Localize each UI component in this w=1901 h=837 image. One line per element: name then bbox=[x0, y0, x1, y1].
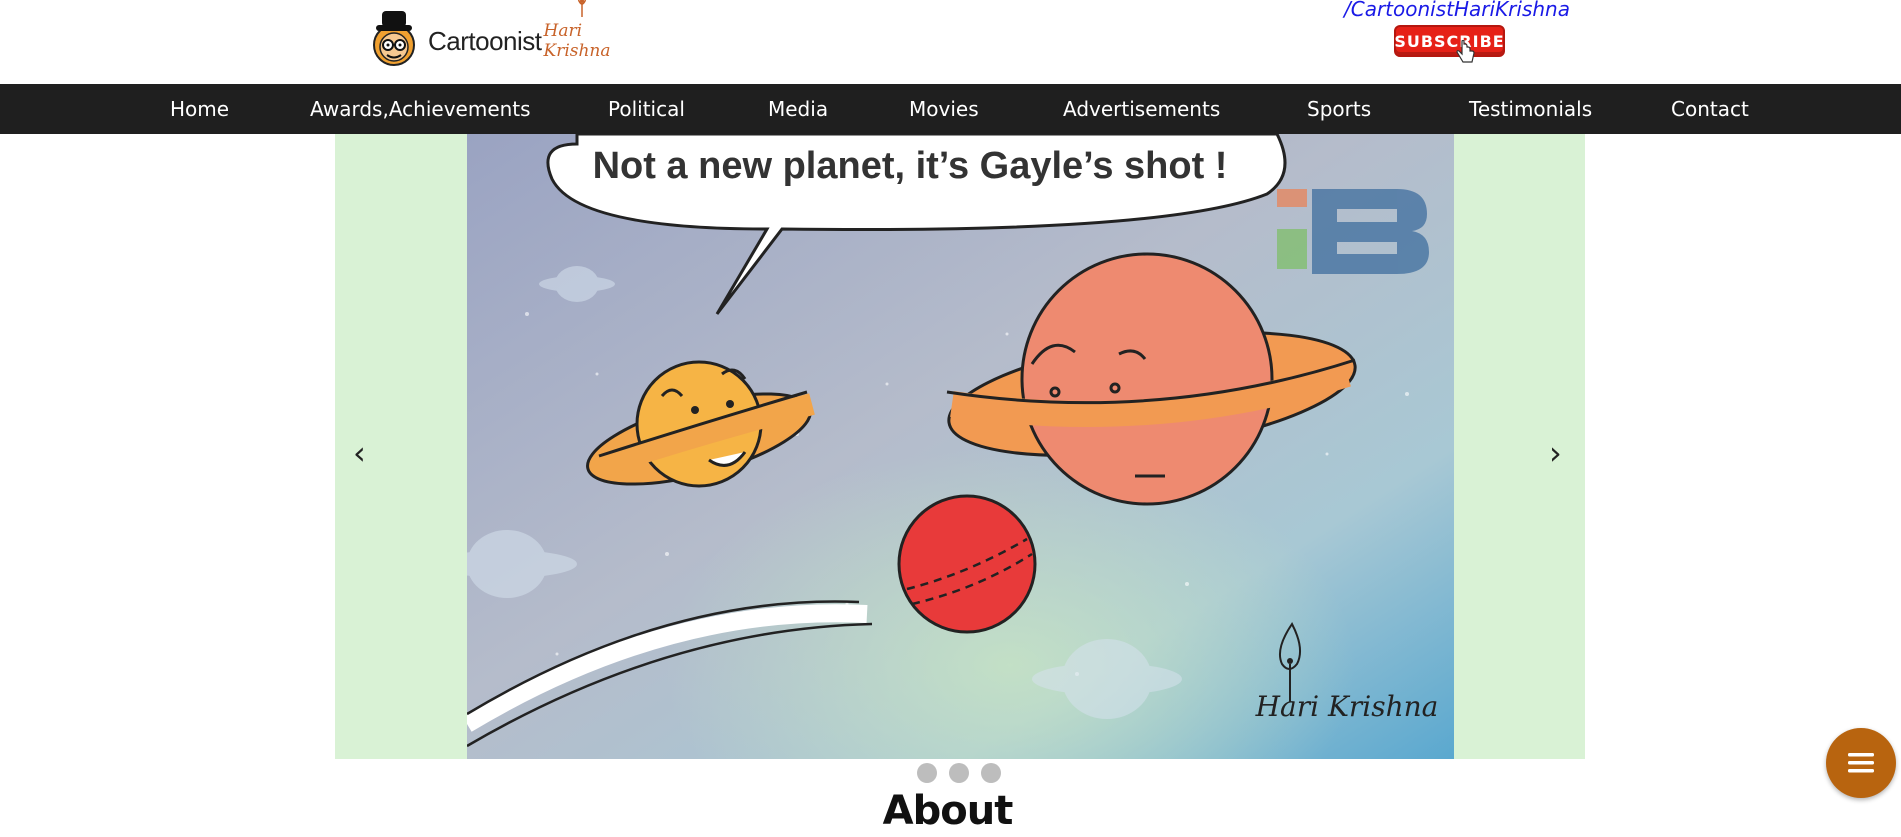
menu-icon bbox=[1848, 753, 1874, 773]
watermark-logo-icon bbox=[1277, 189, 1429, 274]
page: Cartoonist Hari Krishna /CartoonistHariK… bbox=[0, 0, 1901, 837]
nav-item-media[interactable]: Media bbox=[768, 84, 828, 134]
nav-item-testimonials[interactable]: Testimonials bbox=[1469, 84, 1592, 134]
nav-item-advertisements[interactable]: Advertisements bbox=[1063, 84, 1220, 134]
slider-prev-button[interactable]: ‹ bbox=[353, 434, 366, 472]
subscribe-button[interactable]: SUBSCRIBE bbox=[1394, 25, 1505, 57]
slider-dot-3[interactable] bbox=[981, 763, 1001, 783]
nav-item-awards[interactable]: Awards,Achievements bbox=[310, 84, 531, 134]
cartoonist-face-icon bbox=[370, 7, 420, 66]
slider-pagination bbox=[917, 763, 1001, 783]
logo-script: Hari Krishna bbox=[543, 0, 611, 61]
site-header: Cartoonist Hari Krishna /CartoonistHariK… bbox=[0, 0, 1901, 84]
site-logo[interactable]: Cartoonist Hari Krishna bbox=[370, 0, 611, 70]
floating-menu-button[interactable] bbox=[1826, 728, 1896, 798]
speech-bubble-caption: Not a new planet, it’s Gayle’s shot ! bbox=[593, 145, 1228, 187]
nav-item-home[interactable]: Home bbox=[170, 84, 229, 134]
main-nav: Home Awards,Achievements Political Media… bbox=[0, 84, 1901, 134]
slider-next-button[interactable]: › bbox=[1549, 434, 1562, 472]
image-slider: ‹ Not a new planet, it’s Gayle’s shot ! … bbox=[335, 134, 1585, 759]
logo-script-text: Hari Krishna bbox=[543, 21, 611, 61]
about-heading: About bbox=[882, 788, 1014, 834]
flame-icon bbox=[577, 0, 586, 17]
nav-item-political[interactable]: Political bbox=[608, 84, 685, 134]
nav-item-movies[interactable]: Movies bbox=[909, 84, 979, 134]
nav-item-sports[interactable]: Sports bbox=[1307, 84, 1371, 134]
cartoon-slide-image[interactable]: Not a new planet, it’s Gayle’s shot ! Ha… bbox=[467, 134, 1454, 759]
hand-cursor-icon bbox=[1456, 40, 1475, 63]
nav-item-contact[interactable]: Contact bbox=[1671, 84, 1749, 134]
youtube-channel-link[interactable]: /CartoonistHariKrishna bbox=[1344, 0, 1570, 21]
slider-dot-2[interactable] bbox=[949, 763, 969, 783]
signature-text: Hari Krishna bbox=[1255, 690, 1439, 723]
logo-text: Cartoonist bbox=[428, 25, 542, 56]
slider-dot-1[interactable] bbox=[917, 763, 937, 783]
